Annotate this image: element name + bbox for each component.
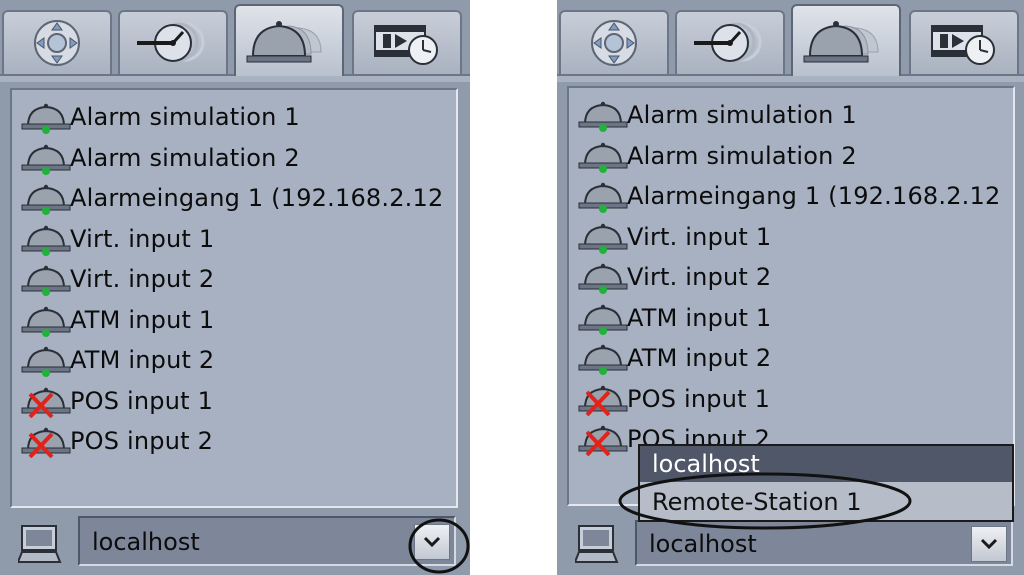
list-item-label: POS input 1 [627,384,771,413]
alarm-input-list[interactable]: Alarm simulation 1 Alarm simulation 2 Alar… [10,88,458,508]
station-dropdown-button[interactable] [414,524,450,560]
list-item[interactable]: ATM input 2 [569,339,1013,377]
list-item-label: Alarm simulation 2 [627,141,857,170]
alarm-bell-red-x-icon [569,380,628,418]
alarm-bell-green-icon [12,220,71,258]
station-dropdown-button[interactable] [971,526,1007,562]
list-item[interactable]: ATM input 2 [12,341,456,379]
list-item[interactable]: POS input 1 [12,382,456,420]
station-select-value: localhost [649,530,757,558]
alarm-bell-green-icon [12,139,71,177]
film-clock-icon [374,25,438,65]
list-item-label: Virt. input 1 [70,224,215,253]
list-item[interactable]: Alarmeingang 1 (192.168.2.12 [12,179,456,217]
tab-strip [0,0,470,76]
alarm-bell-green-icon [12,301,71,339]
list-item[interactable]: ATM input 1 [569,299,1013,337]
alarm-bell-green-icon [12,341,71,379]
list-item[interactable]: Alarm simulation 2 [12,139,456,177]
timer-clock-icon [694,22,762,62]
list-item[interactable]: Alarmeingang 1 (192.168.2.12 [569,177,1013,215]
list-item-label: Virt. input 2 [70,265,215,293]
alarm-bell-icon [803,21,879,63]
alarm-input-list[interactable]: Alarm simulation 1 Alarm simulation 2 Alar… [567,86,1015,506]
list-item-label: Virt. input 2 [627,263,772,291]
tab-clock[interactable] [118,10,228,74]
tab-clock[interactable] [675,10,785,74]
alarm-bell-green-icon [12,98,71,136]
alarm-panel-closed: Alarm simulation 1 Alarm simulation 2 Alar… [0,0,470,575]
list-item-label: ATM input 2 [70,346,215,374]
computer-monitor-icon [18,525,62,563]
alarm-bell-red-x-icon [12,422,71,460]
alarm-bell-icon [246,21,322,63]
list-item[interactable]: Alarm simulation 1 [12,98,456,136]
list-item-label: POS input 2 [70,427,214,455]
dropdown-option-localhost[interactable]: localhost [640,446,1012,482]
list-item-label: ATM input 1 [627,303,772,332]
list-item-label: Alarm simulation 1 [70,103,300,131]
tab-playback[interactable] [909,10,1019,74]
list-item[interactable]: Virt. input 1 [12,220,456,258]
list-item[interactable]: Virt. input 2 [569,258,1013,296]
alarm-bell-green-icon [569,96,628,134]
film-clock-icon [931,25,995,65]
alarm-bell-green-icon [569,137,628,175]
list-item-label: POS input 1 [70,386,214,415]
station-select[interactable]: localhost [78,516,456,566]
tab-alarm[interactable] [234,4,344,76]
list-item-label: Virt. input 1 [627,222,772,251]
ptz-joystick-icon [34,20,80,66]
list-item[interactable]: Virt. input 1 [569,218,1013,256]
computer-monitor-icon [575,525,619,563]
list-item[interactable]: POS input 1 [569,380,1013,418]
list-item-label: Alarmeingang 1 (192.168.2.12 [627,182,1001,210]
list-item[interactable]: POS input 2 [12,422,456,460]
list-item-label: Alarmeingang 1 (192.168.2.12 [70,184,444,212]
tab-alarm[interactable] [791,4,901,76]
list-item-label: ATM input 2 [627,344,772,372]
alarm-bell-red-x-icon [569,420,628,458]
alarm-bell-red-x-icon [12,382,71,420]
tab-strip [557,0,1024,76]
dropdown-option-remote-station-1[interactable]: Remote-Station 1 [640,484,1012,520]
list-item-label: Alarm simulation 1 [627,101,857,129]
alarm-bell-green-icon [569,339,628,377]
list-item-label: ATM input 1 [70,305,215,334]
list-item[interactable]: ATM input 1 [12,301,456,339]
station-select[interactable]: localhost [635,520,1013,566]
list-item-label: Alarm simulation 2 [70,143,300,172]
list-item[interactable]: Alarm simulation 1 [569,96,1013,134]
list-item[interactable]: Virt. input 2 [12,260,456,298]
alarm-bell-green-icon [569,258,628,296]
tab-ptz[interactable] [2,10,112,74]
station-dropdown-menu: localhost Remote-Station 1 [638,444,1014,522]
station-select-value: localhost [92,528,200,556]
chevron-down-icon [980,538,998,550]
alarm-bell-green-icon [569,299,628,337]
alarm-bell-green-icon [569,218,628,256]
tab-ptz[interactable] [559,10,669,74]
ptz-joystick-icon [591,20,637,66]
alarm-bell-green-icon [12,179,71,217]
chevron-down-icon [423,536,441,548]
alarm-bell-green-icon [12,260,71,298]
list-item[interactable]: Alarm simulation 2 [569,137,1013,175]
alarm-bell-green-icon [569,177,628,215]
timer-clock-icon [137,22,205,62]
tab-playback[interactable] [352,10,462,74]
